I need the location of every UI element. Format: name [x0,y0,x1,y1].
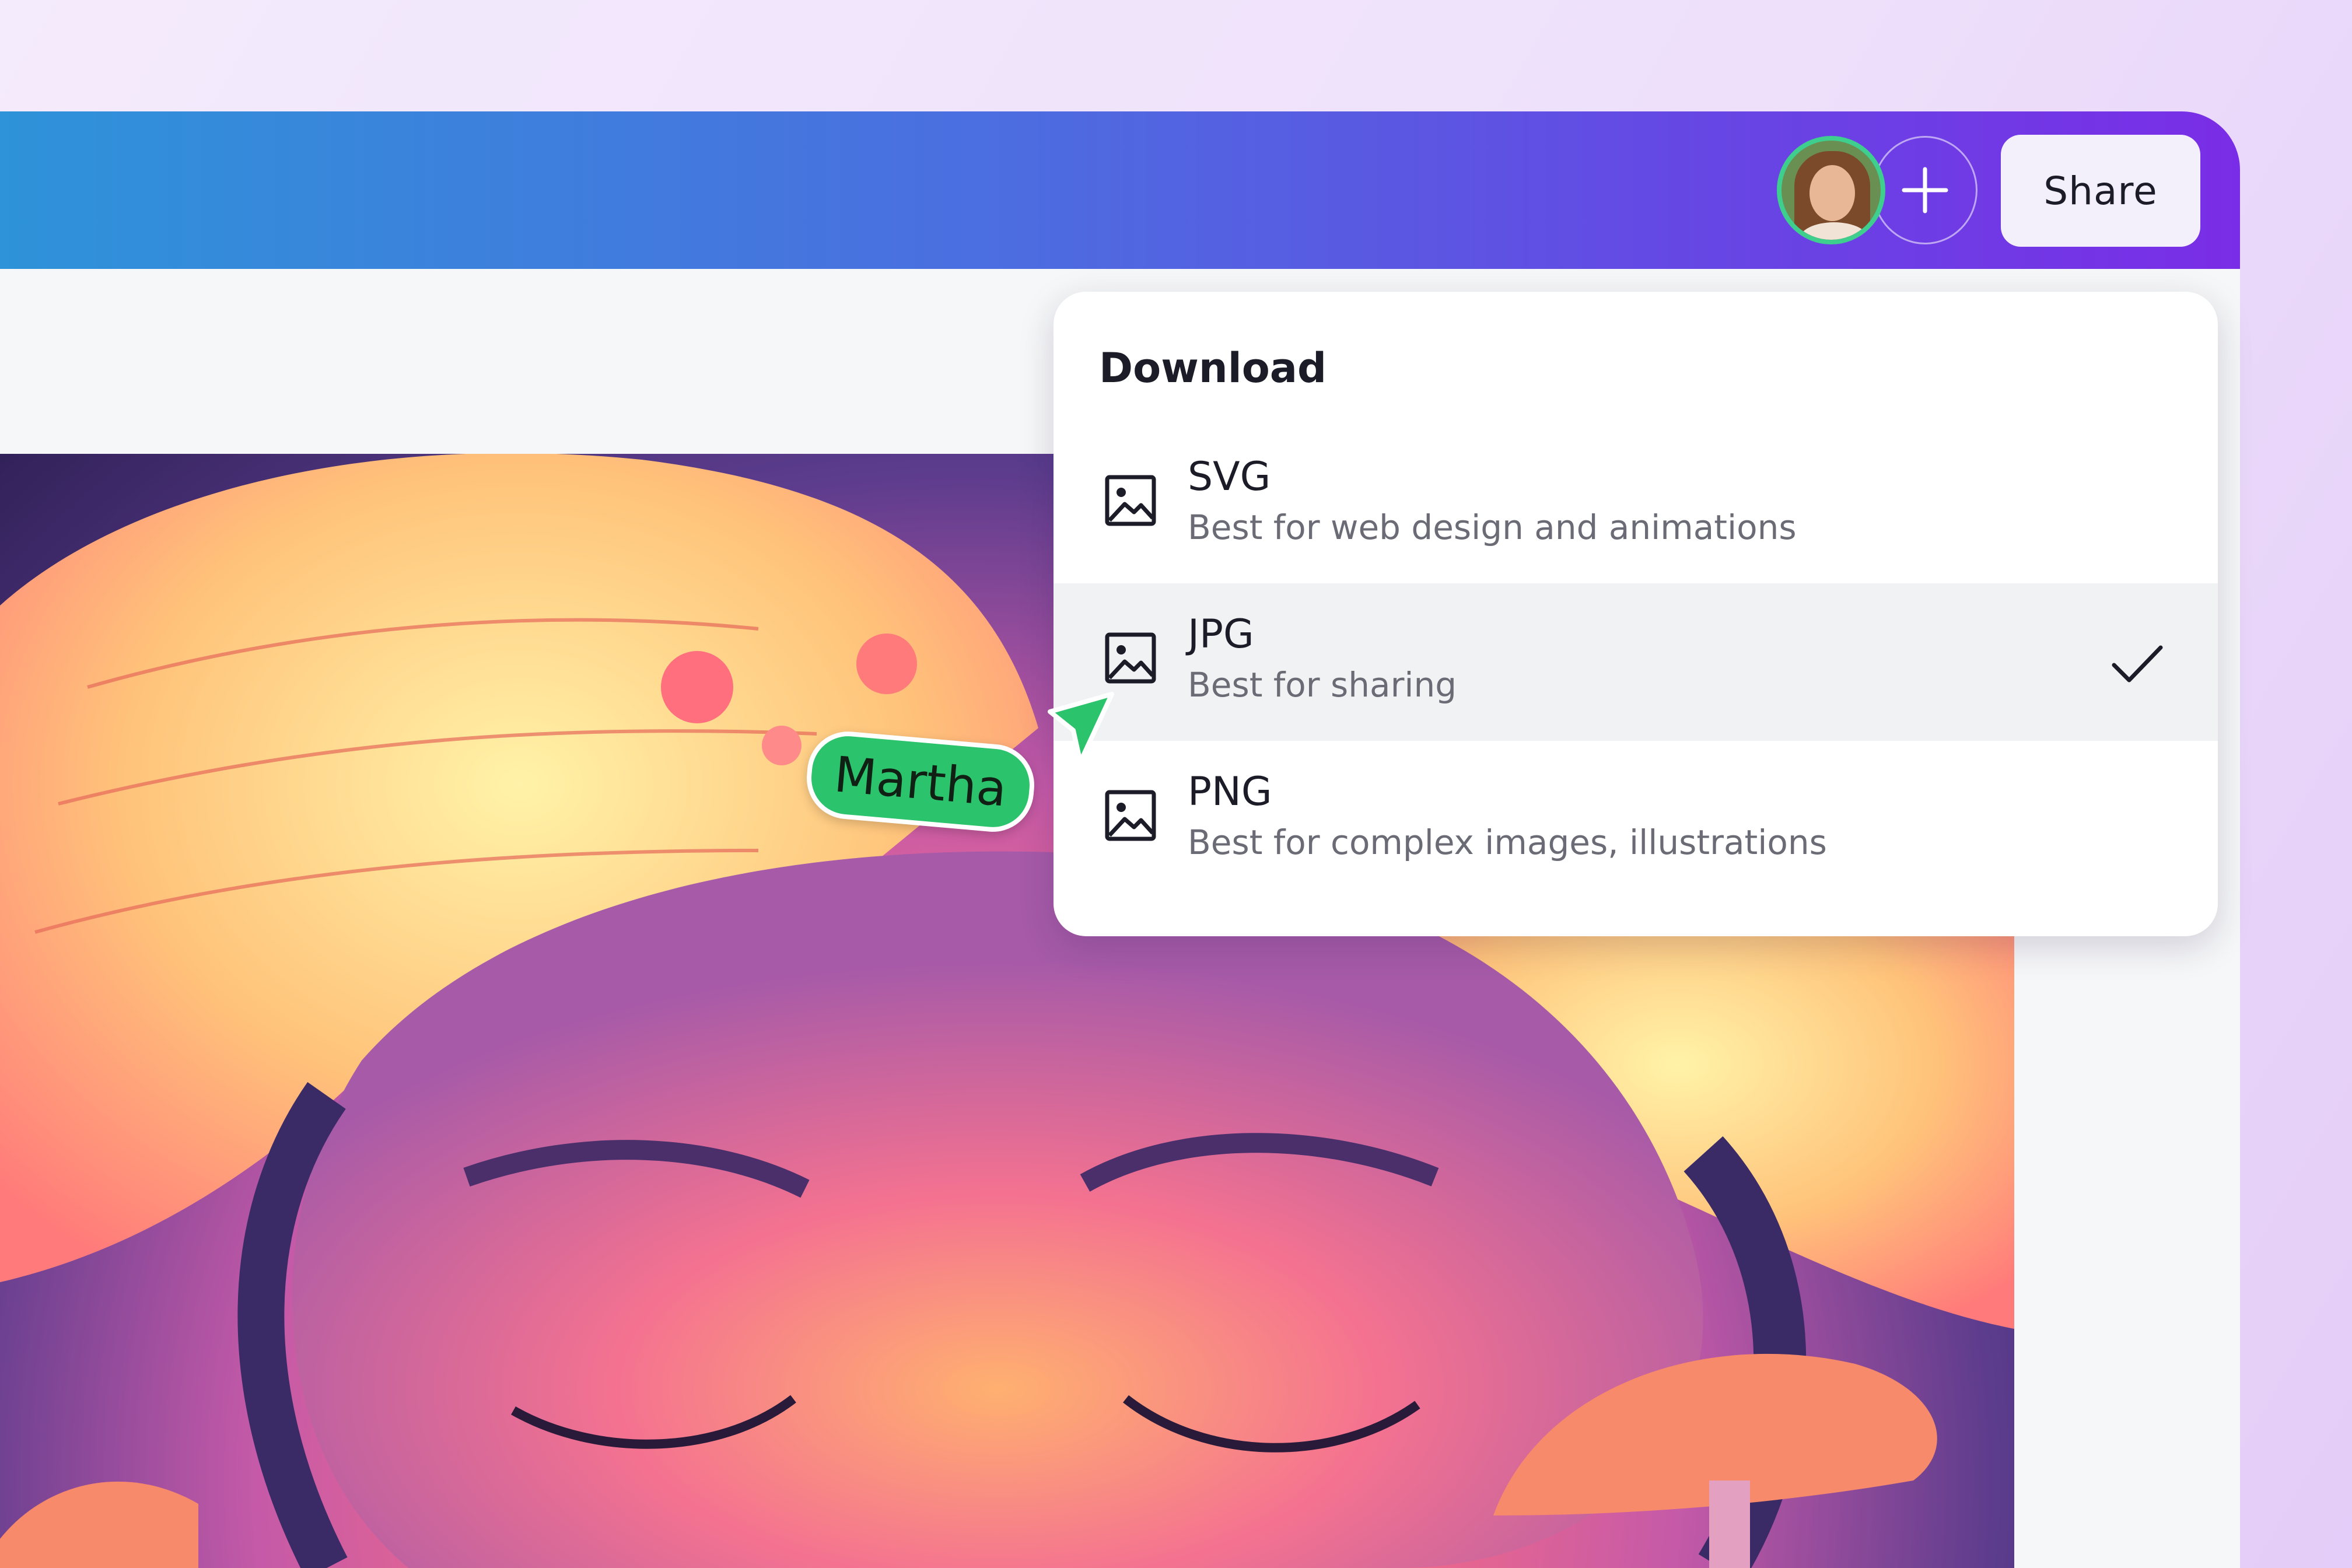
add-collaborator-button[interactable] [1873,136,1978,244]
option-description: Best for sharing [1188,665,1457,705]
image-icon [1105,632,1156,684]
download-menu: Download SVG Best for web design and ani… [1054,292,2218,936]
option-name: SVG [1188,454,1271,500]
top-toolbar: Share [0,111,2240,269]
image-icon [1105,790,1156,841]
collaborator-avatar[interactable] [1777,136,1885,244]
option-description: Best for web design and animations [1188,508,1797,547]
share-button[interactable]: Share [2001,135,2200,247]
plus-icon [1902,167,1948,214]
image-icon [1105,475,1156,526]
download-option-svg[interactable]: SVG Best for web design and animations [1054,426,2218,583]
option-name: PNG [1188,769,1272,815]
download-option-png[interactable]: PNG Best for complex images, illustratio… [1054,741,2218,898]
collaborator-cursor-icon [1048,692,1114,764]
check-icon [2112,645,2163,682]
option-name: JPG [1188,611,1254,657]
download-menu-title: Download [1099,344,1327,392]
option-description: Best for complex images, illustrations [1188,822,1827,862]
download-option-jpg[interactable]: JPG Best for sharing [1054,583,2218,741]
